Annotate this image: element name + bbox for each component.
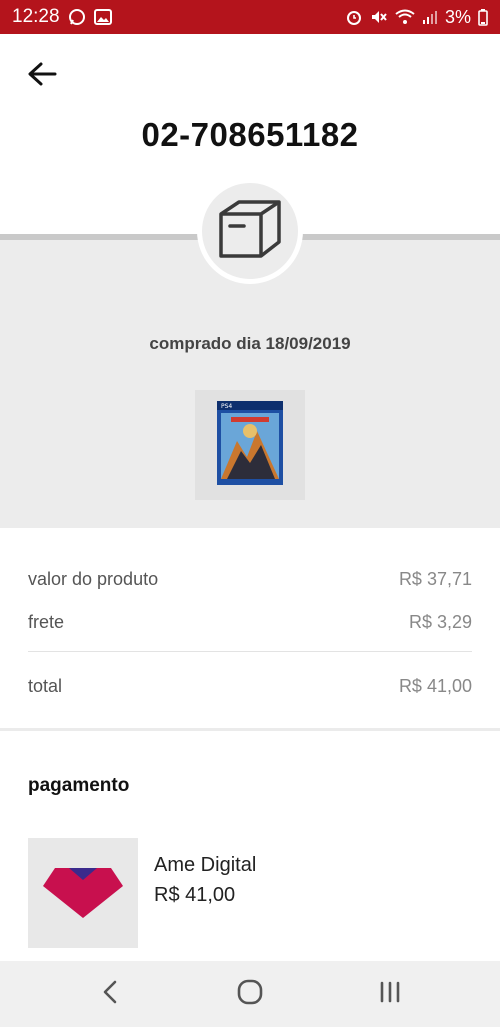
status-right: 3% <box>345 7 488 28</box>
battery-icon <box>478 8 488 26</box>
status-left: 12:28 <box>12 6 112 28</box>
shipping-label: frete <box>28 612 65 632</box>
arrow-left-icon <box>27 61 57 92</box>
total-label: total <box>28 676 63 696</box>
gallery-icon <box>93 9 112 25</box>
back-button[interactable] <box>24 58 60 94</box>
price-divider <box>28 651 472 652</box>
product-thumbnail[interactable]: PS4 <box>195 390 305 500</box>
signal-icon <box>422 9 438 25</box>
battery-percent: 3% <box>444 6 471 27</box>
mute-icon <box>370 8 388 26</box>
whatsapp-icon <box>68 8 86 26</box>
product-value-label: valor do produto <box>28 569 159 589</box>
back-nav-icon <box>101 979 119 1010</box>
product-value: R$ 37,71 <box>398 569 472 589</box>
game-cover-thumbnail: PS4 <box>217 400 283 490</box>
shipping-value: R$ 3,29 <box>408 612 472 632</box>
payment-method-name: Ame Digital <box>154 854 257 876</box>
status-time: 12:28 <box>12 6 60 27</box>
payment-method-logo <box>28 838 138 948</box>
status-bar: 12:28 3% <box>0 0 500 34</box>
ame-digital-logo <box>41 862 125 925</box>
nav-recents-button[interactable] <box>360 969 420 1019</box>
wifi-icon <box>395 9 415 25</box>
recents-nav-icon <box>378 980 402 1009</box>
payment-method-amount: R$ 41,00 <box>154 884 236 906</box>
total-value: R$ 41,00 <box>398 676 472 696</box>
package-badge <box>197 178 303 284</box>
product-value-row: valor do produto R$ 37,71 <box>28 569 472 590</box>
purchase-date: comprado dia 18/09/2019 <box>149 334 351 353</box>
order-number: 02-708651182 <box>141 116 359 153</box>
total-row: total R$ 41,00 <box>28 676 472 697</box>
alarm-icon <box>345 8 363 26</box>
section-divider <box>0 728 500 731</box>
system-nav-bar <box>0 961 500 1027</box>
home-nav-icon <box>237 979 263 1010</box>
nav-home-button[interactable] <box>220 969 280 1019</box>
svg-text:PS4: PS4 <box>221 403 232 410</box>
payment-title: pagamento <box>28 775 130 796</box>
package-box-icon <box>217 198 283 265</box>
shipping-row: frete R$ 3,29 <box>28 612 472 633</box>
nav-back-button[interactable] <box>80 969 140 1019</box>
